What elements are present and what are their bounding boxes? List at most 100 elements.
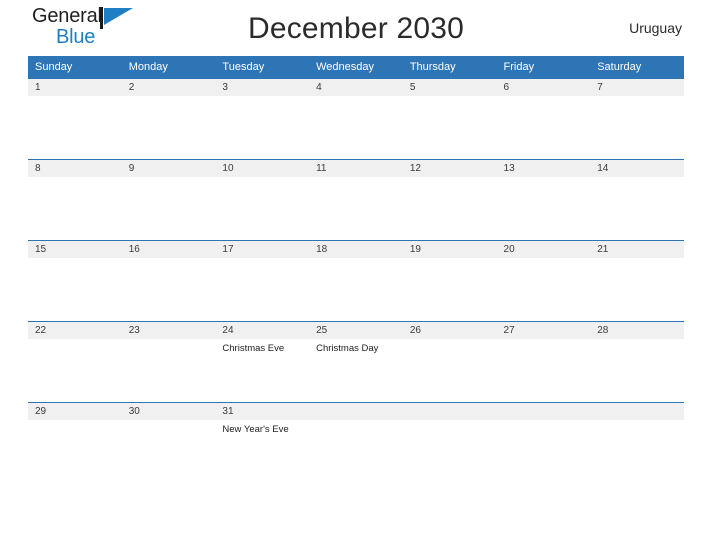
- calendar-day-cell[interactable]: 23: [121, 321, 216, 403]
- calendar-day-cell[interactable]: [402, 402, 497, 469]
- day-cell-content: 29: [28, 403, 122, 469]
- day-cell-content: 19: [402, 241, 497, 321]
- calendar-day-cell[interactable]: 19: [402, 240, 497, 322]
- day-cell-content: 7: [590, 79, 684, 159]
- day-cell-content: 14: [590, 160, 684, 240]
- calendar-day-cell[interactable]: 26: [402, 321, 497, 403]
- day-number: [590, 403, 684, 420]
- day-number: 2: [121, 79, 216, 96]
- day-cell-content: 31 New Year's Eve: [215, 403, 310, 469]
- calendar-day-cell[interactable]: 28: [590, 321, 684, 403]
- day-cell-content: 9: [121, 160, 216, 240]
- calendar-body: 1 2 3 4 5 6 7 8 9 10 11 12 13 14 15 16 17 18 19 20 21 22 23 24 C…: [28, 78, 684, 469]
- day-number: 14: [590, 160, 684, 177]
- calendar-day-cell[interactable]: 13: [496, 159, 591, 241]
- calendar-day-cell[interactable]: 5: [402, 78, 497, 160]
- calendar-day-cell[interactable]: 9: [121, 159, 216, 241]
- calendar-day-cell[interactable]: 31 New Year's Eve: [215, 402, 310, 469]
- calendar-header-row: Sunday Monday Tuesday Wednesday Thursday…: [28, 56, 684, 79]
- day-cell-content: 5: [402, 79, 497, 159]
- weekday-header-monday: Monday: [121, 56, 216, 79]
- day-cell-content: 24 Christmas Eve: [215, 322, 310, 402]
- calendar-week-row: 8 9 10 11 12 13 14: [28, 159, 684, 241]
- calendar-day-cell[interactable]: [590, 402, 684, 469]
- day-number: 27: [496, 322, 591, 339]
- day-number: 12: [402, 160, 497, 177]
- day-number: 16: [121, 241, 216, 258]
- day-number: 28: [590, 322, 684, 339]
- day-number: 30: [121, 403, 216, 420]
- day-number: 1: [28, 79, 122, 96]
- day-event-label: Christmas Eve: [222, 343, 285, 354]
- day-cell-content: 16: [121, 241, 216, 321]
- calendar-day-cell[interactable]: [496, 402, 591, 469]
- calendar-day-cell[interactable]: 20: [496, 240, 591, 322]
- weekday-header-saturday: Saturday: [590, 56, 684, 79]
- calendar-day-cell[interactable]: 27: [496, 321, 591, 403]
- day-cell-content: 20: [496, 241, 591, 321]
- calendar-day-cell[interactable]: 29: [28, 402, 122, 469]
- day-number: 23: [121, 322, 216, 339]
- calendar-grid: Sunday Monday Tuesday Wednesday Thursday…: [28, 56, 684, 469]
- day-number: 19: [402, 241, 497, 258]
- calendar-day-cell[interactable]: 25 Christmas Day: [309, 321, 403, 403]
- day-cell-content: 27: [496, 322, 591, 402]
- day-cell-content: 23: [121, 322, 216, 402]
- calendar-day-cell[interactable]: 7: [590, 78, 684, 160]
- calendar-day-cell[interactable]: 6: [496, 78, 591, 160]
- page-title: December 2030: [247, 12, 465, 45]
- day-number: 11: [309, 160, 403, 177]
- day-number: 26: [402, 322, 497, 339]
- day-cell-content: 10: [215, 160, 310, 240]
- day-number: 18: [309, 241, 403, 258]
- calendar-page: General Blue December 2030 Uruguay Sunda…: [0, 0, 712, 550]
- calendar-day-cell[interactable]: 10: [215, 159, 310, 241]
- calendar-day-cell[interactable]: 4: [309, 78, 403, 160]
- day-event-label: New Year's Eve: [222, 424, 289, 435]
- day-cell-content: 22: [28, 322, 122, 402]
- calendar-day-cell[interactable]: [309, 402, 403, 469]
- calendar-day-cell[interactable]: 11: [309, 159, 403, 241]
- calendar-day-cell[interactable]: 12: [402, 159, 497, 241]
- calendar-week-row: 1234567: [28, 78, 684, 160]
- day-cell-content: 28: [590, 322, 684, 402]
- calendar-day-cell[interactable]: 22: [28, 321, 122, 403]
- calendar-day-cell[interactable]: 8: [28, 159, 122, 241]
- day-number: [309, 403, 403, 420]
- day-cell-content: 21: [590, 241, 684, 321]
- day-number: 22: [28, 322, 122, 339]
- day-number: 6: [496, 79, 591, 96]
- page-header: General Blue December 2030 Uruguay: [28, 0, 684, 56]
- calendar-day-cell[interactable]: 1: [28, 78, 122, 160]
- day-cell-content: 12: [402, 160, 497, 240]
- day-cell-content: 2: [121, 79, 216, 159]
- day-number: 31: [215, 403, 310, 420]
- day-number: 25: [309, 322, 403, 339]
- day-number: 10: [215, 160, 310, 177]
- day-cell-content: 15: [28, 241, 122, 321]
- calendar-day-cell[interactable]: 18: [309, 240, 403, 322]
- day-cell-content: [309, 403, 403, 469]
- calendar-day-cell[interactable]: 24 Christmas Eve: [215, 321, 310, 403]
- calendar-day-cell[interactable]: 17: [215, 240, 310, 322]
- calendar-day-cell[interactable]: 2: [121, 78, 216, 160]
- day-cell-content: 17: [215, 241, 310, 321]
- calendar-week-row: 15 16 17 18 19 20 21: [28, 240, 684, 322]
- calendar-day-cell[interactable]: 14: [590, 159, 684, 241]
- day-number: 4: [309, 79, 403, 96]
- calendar-day-cell[interactable]: 21: [590, 240, 684, 322]
- day-number: 24: [215, 322, 310, 339]
- calendar-day-cell[interactable]: 16: [121, 240, 216, 322]
- region-label: Uruguay: [629, 20, 682, 36]
- weekday-header-thursday: Thursday: [402, 56, 497, 79]
- day-cell-content: 3: [215, 79, 310, 159]
- calendar-day-cell[interactable]: 30: [121, 402, 216, 469]
- day-cell-content: 4: [309, 79, 403, 159]
- day-number: [402, 403, 497, 420]
- calendar-day-cell[interactable]: 15: [28, 240, 122, 322]
- day-cell-content: 1: [28, 79, 122, 159]
- calendar-day-cell[interactable]: 3: [215, 78, 310, 160]
- day-number: 15: [28, 241, 122, 258]
- day-cell-content: 6: [496, 79, 591, 159]
- day-number: 5: [402, 79, 497, 96]
